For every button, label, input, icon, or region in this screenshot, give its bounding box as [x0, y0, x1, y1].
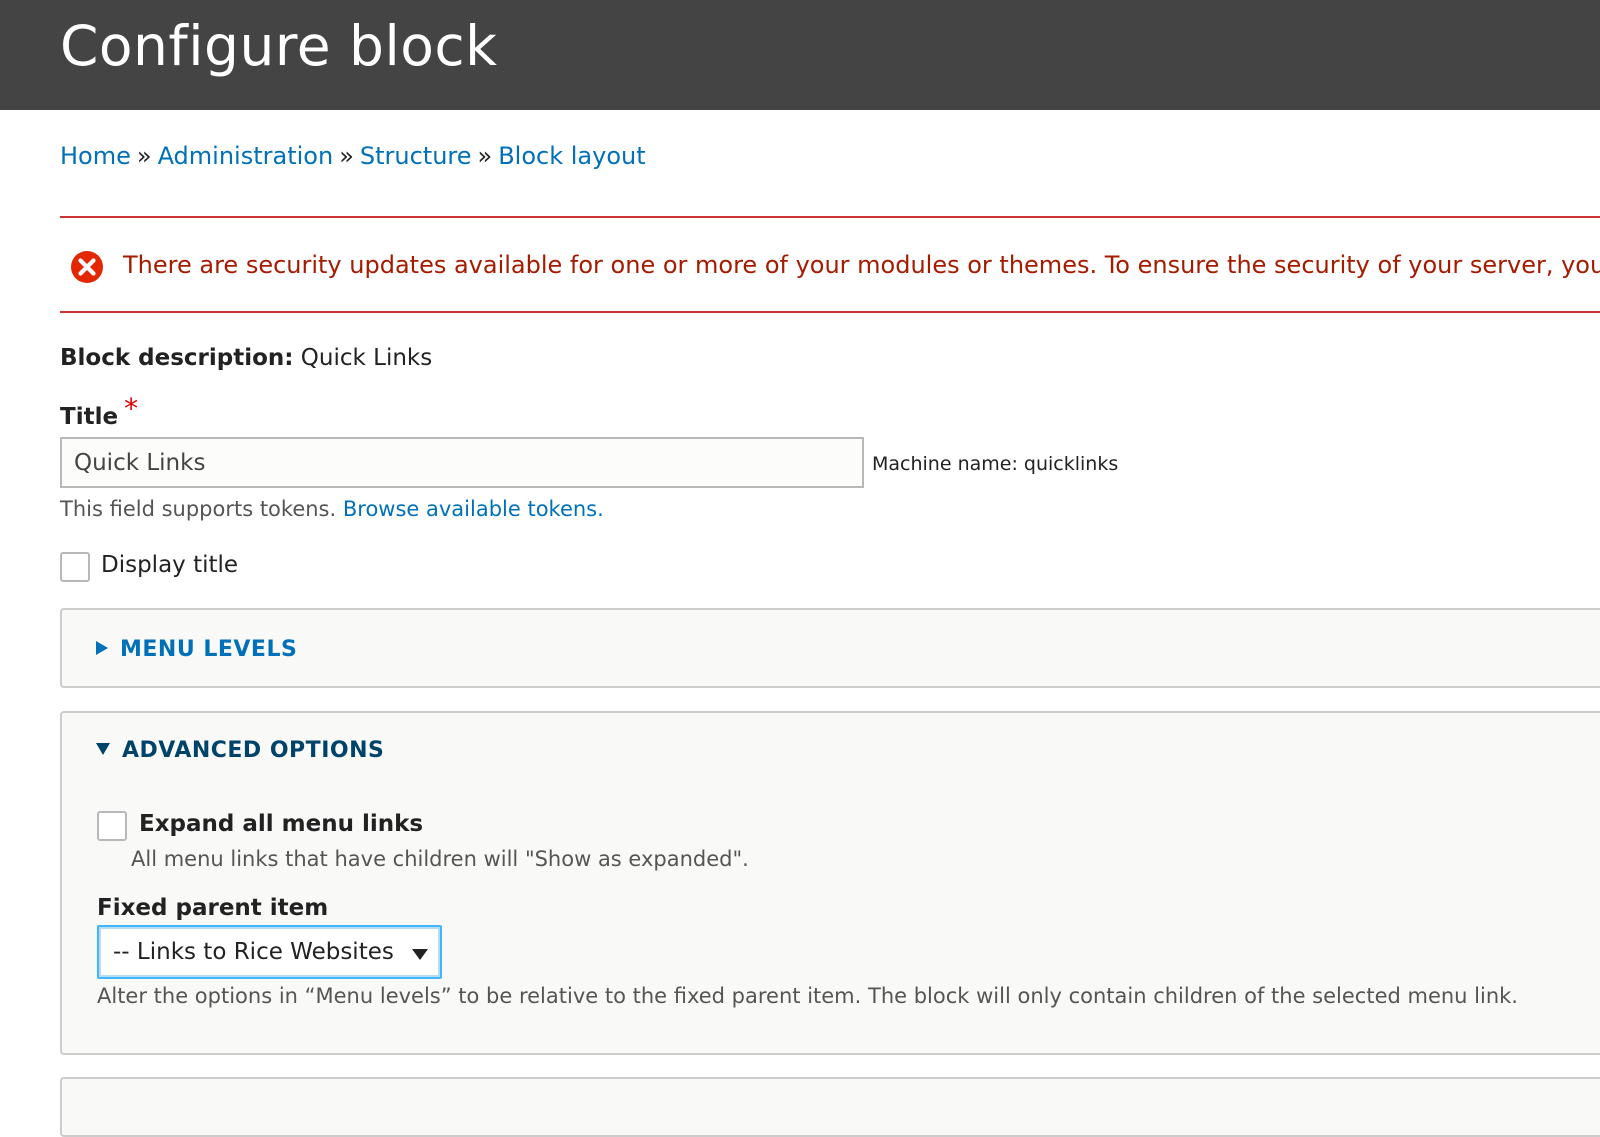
breadcrumb-separator: » — [136, 142, 152, 170]
triangle-down-icon — [96, 743, 110, 755]
page-title: Configure block — [60, 14, 498, 78]
breadcrumb-separator: » — [477, 142, 493, 170]
title-label-text: Title — [60, 404, 119, 430]
browse-tokens-link[interactable]: Browse available tokens. — [343, 497, 604, 521]
tokens-help-text: This field supports tokens. — [60, 497, 337, 521]
tokens-help: This field supports tokens. Browse avail… — [60, 497, 604, 521]
menu-levels-details: MENU LEVELS — [60, 608, 1600, 688]
expand-all-menu-links-help: All menu links that have children will "… — [131, 847, 749, 871]
display-title-checkbox[interactable] — [60, 552, 90, 582]
block-description: Block description: Quick Links — [60, 345, 432, 371]
block-description-value: Quick Links — [300, 345, 433, 371]
advanced-options-summary[interactable]: ADVANCED OPTIONS — [96, 738, 384, 763]
block-description-label: Block description: — [60, 345, 294, 371]
advanced-options-summary-label: ADVANCED OPTIONS — [122, 738, 385, 763]
breadcrumb-block-layout-link[interactable]: Block layout — [498, 142, 645, 170]
machine-name: Machine name: quicklinks — [872, 453, 1119, 475]
breadcrumb-structure-link[interactable]: Structure — [360, 142, 472, 170]
required-marker: * — [124, 392, 139, 425]
triangle-right-icon — [96, 641, 108, 655]
breadcrumb: Home» Administration» Structure» Block layo… — [60, 142, 646, 170]
title-input[interactable] — [60, 437, 864, 488]
breadcrumb-administration-link[interactable]: Administration — [158, 142, 334, 170]
breadcrumb-home-link[interactable]: Home — [60, 142, 131, 170]
error-circle-x-icon — [71, 251, 103, 283]
breadcrumb-separator: » — [339, 142, 354, 170]
advanced-options-details: ADVANCED OPTIONS Expand all menu links A… — [60, 711, 1600, 1055]
menu-levels-summary[interactable]: MENU LEVELS — [96, 637, 297, 662]
page-header: Configure block — [0, 0, 1600, 110]
fixed-parent-item-select[interactable]: -- Links to Rice Websites — [97, 925, 442, 979]
error-message: There are security updates available for… — [60, 216, 1600, 313]
error-message-text: There are security updates available for… — [123, 251, 1600, 279]
next-details-section — [60, 1077, 1600, 1137]
expand-all-menu-links-checkbox[interactable] — [97, 811, 127, 841]
expand-all-menu-links-label[interactable]: Expand all menu links — [139, 811, 423, 837]
menu-levels-summary-label: MENU LEVELS — [120, 637, 298, 662]
fixed-parent-item-help: Alter the options in “Menu levels” to be… — [97, 984, 1518, 1008]
title-label: Title * — [60, 392, 138, 431]
caret-down-icon — [412, 949, 428, 960]
display-title-label[interactable]: Display title — [101, 552, 238, 578]
fixed-parent-item-selected-value: -- Links to Rice Websites — [113, 939, 394, 965]
fixed-parent-item-label: Fixed parent item — [97, 895, 329, 921]
